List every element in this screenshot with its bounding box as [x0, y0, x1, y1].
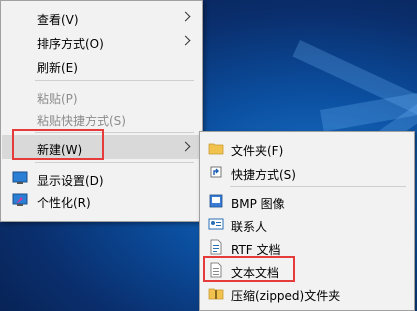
submenu-item-contact[interactable]: 联系人: [201, 213, 413, 235]
menu-separator: [35, 80, 194, 81]
bmp-image-icon: [209, 194, 223, 208]
menu-item-display-settings[interactable]: 显示设置(D): [2, 167, 201, 189]
rtf-document-icon: [210, 239, 222, 255]
menu-item-refresh[interactable]: 刷新(E): [2, 54, 201, 76]
menu-item-paste: 粘贴(P): [2, 85, 201, 107]
menu-item-label: 刷新(E): [37, 61, 78, 75]
menu-item-label: 个性化(R): [37, 196, 91, 210]
chevron-right-icon: [180, 141, 191, 152]
contact-icon: [208, 218, 224, 230]
shortcut-icon: [210, 166, 222, 178]
menu-item-label: 显示设置(D): [37, 174, 104, 188]
folder-icon: [208, 143, 224, 155]
chevron-right-icon: [180, 11, 191, 22]
menu-item-personalize[interactable]: 个性化(R): [2, 189, 201, 211]
menu-item-label: 粘贴快捷方式(S): [37, 114, 126, 128]
menu-item-label: 联系人: [231, 220, 268, 234]
menu-item-label: 粘贴(P): [37, 92, 78, 106]
highlight-new: [12, 129, 104, 160]
submenu-item-zip-folder[interactable]: 压缩(zipped)文件夹: [201, 282, 413, 304]
menu-item-label: BMP 图像: [231, 197, 285, 211]
personalize-icon: [12, 193, 28, 206]
display-icon: [12, 171, 28, 184]
submenu-item-shortcut[interactable]: 快捷方式(S): [201, 161, 413, 183]
submenu-item-bmp-image[interactable]: BMP 图像: [201, 190, 413, 212]
menu-separator: [35, 162, 194, 163]
menu-item-label: 压缩(zipped)文件夹: [231, 289, 341, 303]
zip-folder-icon: [208, 288, 224, 300]
menu-item-label: 快捷方式(S): [231, 168, 296, 182]
submenu-item-rtf-document[interactable]: RTF 文档: [201, 236, 413, 258]
menu-separator: [230, 186, 406, 187]
highlight-text-document: [203, 256, 295, 282]
menu-item-paste-shortcut: 粘贴快捷方式(S): [2, 107, 201, 129]
chevron-right-icon: [180, 35, 191, 46]
desktop-context-menu: 查看(V) 排序方式(O) 刷新(E) 粘贴(P) 粘贴快捷方式(S) 新建(W…: [0, 0, 203, 222]
menu-item-label: 查看(V): [37, 13, 79, 27]
submenu-item-folder[interactable]: 文件夹(F): [201, 137, 413, 159]
menu-item-label: 排序方式(O): [37, 37, 104, 51]
menu-item-label: 文件夹(F): [231, 144, 284, 158]
menu-item-view[interactable]: 查看(V): [2, 6, 201, 28]
new-submenu: 文件夹(F) 快捷方式(S) BMP 图像 联系人 RTF 文档 文本文档 压缩…: [199, 131, 415, 311]
menu-item-sort-by[interactable]: 排序方式(O): [2, 30, 201, 52]
